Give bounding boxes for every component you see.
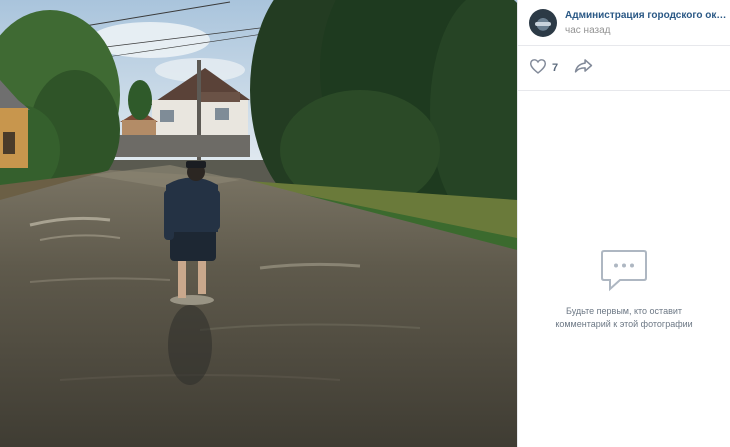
share-arrow-icon [574, 58, 593, 78]
post-header: Администрация городского округа час наза… [518, 0, 730, 46]
post-actions: 7 [518, 46, 730, 91]
author-name-link[interactable]: Администрация городского округа [565, 9, 730, 22]
author-avatar[interactable] [529, 8, 557, 37]
post-sidebar: Администрация городского округа час наза… [517, 0, 730, 447]
empty-comments-text: Будьте первым, кто оставит комментарий к… [555, 306, 693, 329]
photo-viewer[interactable] [0, 0, 517, 447]
author-block: Администрация городского округа час наза… [565, 9, 730, 37]
heart-outline-icon [529, 58, 547, 79]
post-time-link[interactable]: час назад [565, 24, 730, 37]
like-count: 7 [552, 62, 559, 74]
empty-comments-placeholder: Будьте первым, кто оставит комментарий к… [518, 248, 730, 331]
flood-street-photo [0, 0, 517, 447]
like-button[interactable]: 7 [529, 58, 558, 79]
share-button[interactable] [574, 58, 593, 78]
speech-bubble-icon [600, 250, 648, 296]
